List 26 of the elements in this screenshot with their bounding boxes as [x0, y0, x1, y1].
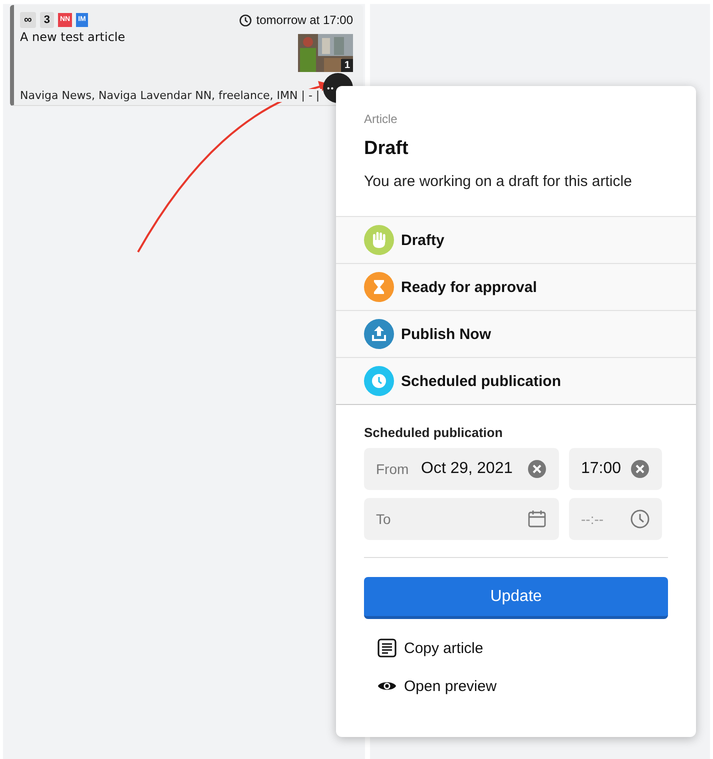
count-badge: 3 [40, 12, 54, 28]
clock-icon [239, 14, 252, 26]
time-field[interactable]: 17:00 [569, 448, 662, 490]
calendar-icon[interactable] [527, 509, 547, 529]
update-button[interactable]: Update [364, 577, 668, 619]
status-option[interactable]: Drafty [336, 216, 696, 263]
article-meta: Naviga News, Naviga Lavendar NN, freelance, IMN | - | [20, 89, 322, 102]
clear-icon[interactable] [630, 459, 650, 479]
count-badge: ∞ [20, 12, 36, 28]
copy-article-button[interactable]: Copy article [377, 629, 484, 667]
popup-title: Draft [364, 138, 410, 160]
document-icon [377, 638, 397, 658]
publish-time: tomorrow at 17:00 [256, 13, 353, 27]
open-preview-button[interactable]: Open preview [377, 667, 497, 705]
status-option[interactable]: Scheduled publication [336, 357, 696, 404]
article-title: A new test article [20, 30, 126, 46]
image-count: 1 [341, 59, 353, 72]
popup-description: You are working on a draft for this article [364, 173, 633, 190]
section-heading: Scheduled publication [364, 425, 504, 440]
popup-kicker: Article [364, 112, 398, 126]
status-option[interactable]: Ready for approval [336, 263, 696, 310]
date-field[interactable]: From Oct 29, 2021 [364, 448, 559, 490]
status-option[interactable]: Publish Now [336, 310, 696, 357]
clear-icon[interactable] [527, 459, 547, 479]
date-field[interactable]: To [364, 498, 559, 540]
clock-icon[interactable] [630, 509, 650, 529]
